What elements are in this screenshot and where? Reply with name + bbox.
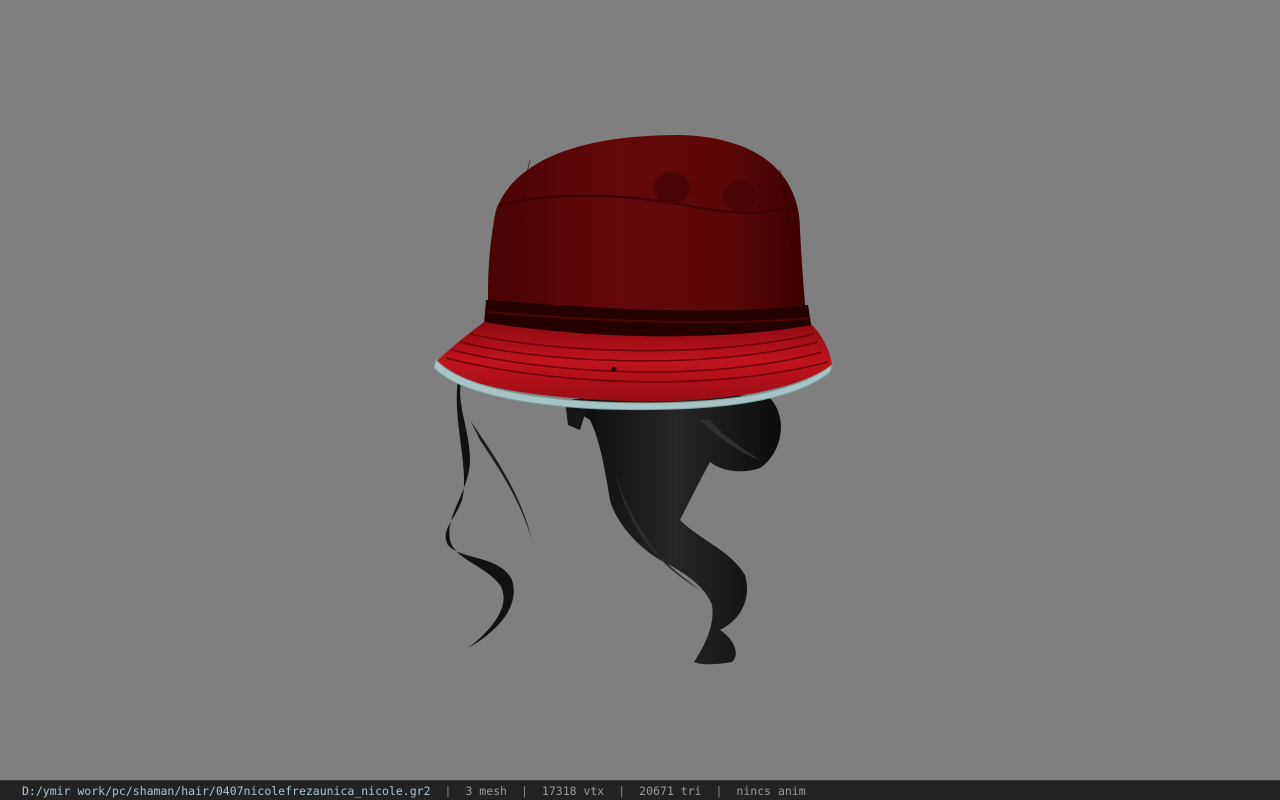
status-separator: |: [618, 783, 626, 798]
status-separator: |: [715, 783, 723, 798]
file-path-label: D:/ymir work/pc/shaman/hair/0407nicolefr…: [22, 783, 431, 798]
triangle-count-label: 20671 tri: [639, 783, 702, 798]
status-separator: |: [444, 783, 452, 798]
vertex-count-label: 17318 vtx: [541, 783, 605, 798]
3d-viewport[interactable]: [0, 0, 1280, 780]
hair-hat-model-render[interactable]: [0, 0, 1280, 780]
status-bar: D:/ymir work/pc/shaman/hair/0407nicolefr…: [0, 780, 1280, 800]
status-separator: |: [520, 783, 528, 798]
mesh-count-label: 3 mesh: [465, 783, 507, 798]
animation-status-label: nincs anim: [736, 783, 806, 798]
hair-left-strand: [445, 380, 532, 648]
hair-main-mass: [565, 393, 781, 665]
